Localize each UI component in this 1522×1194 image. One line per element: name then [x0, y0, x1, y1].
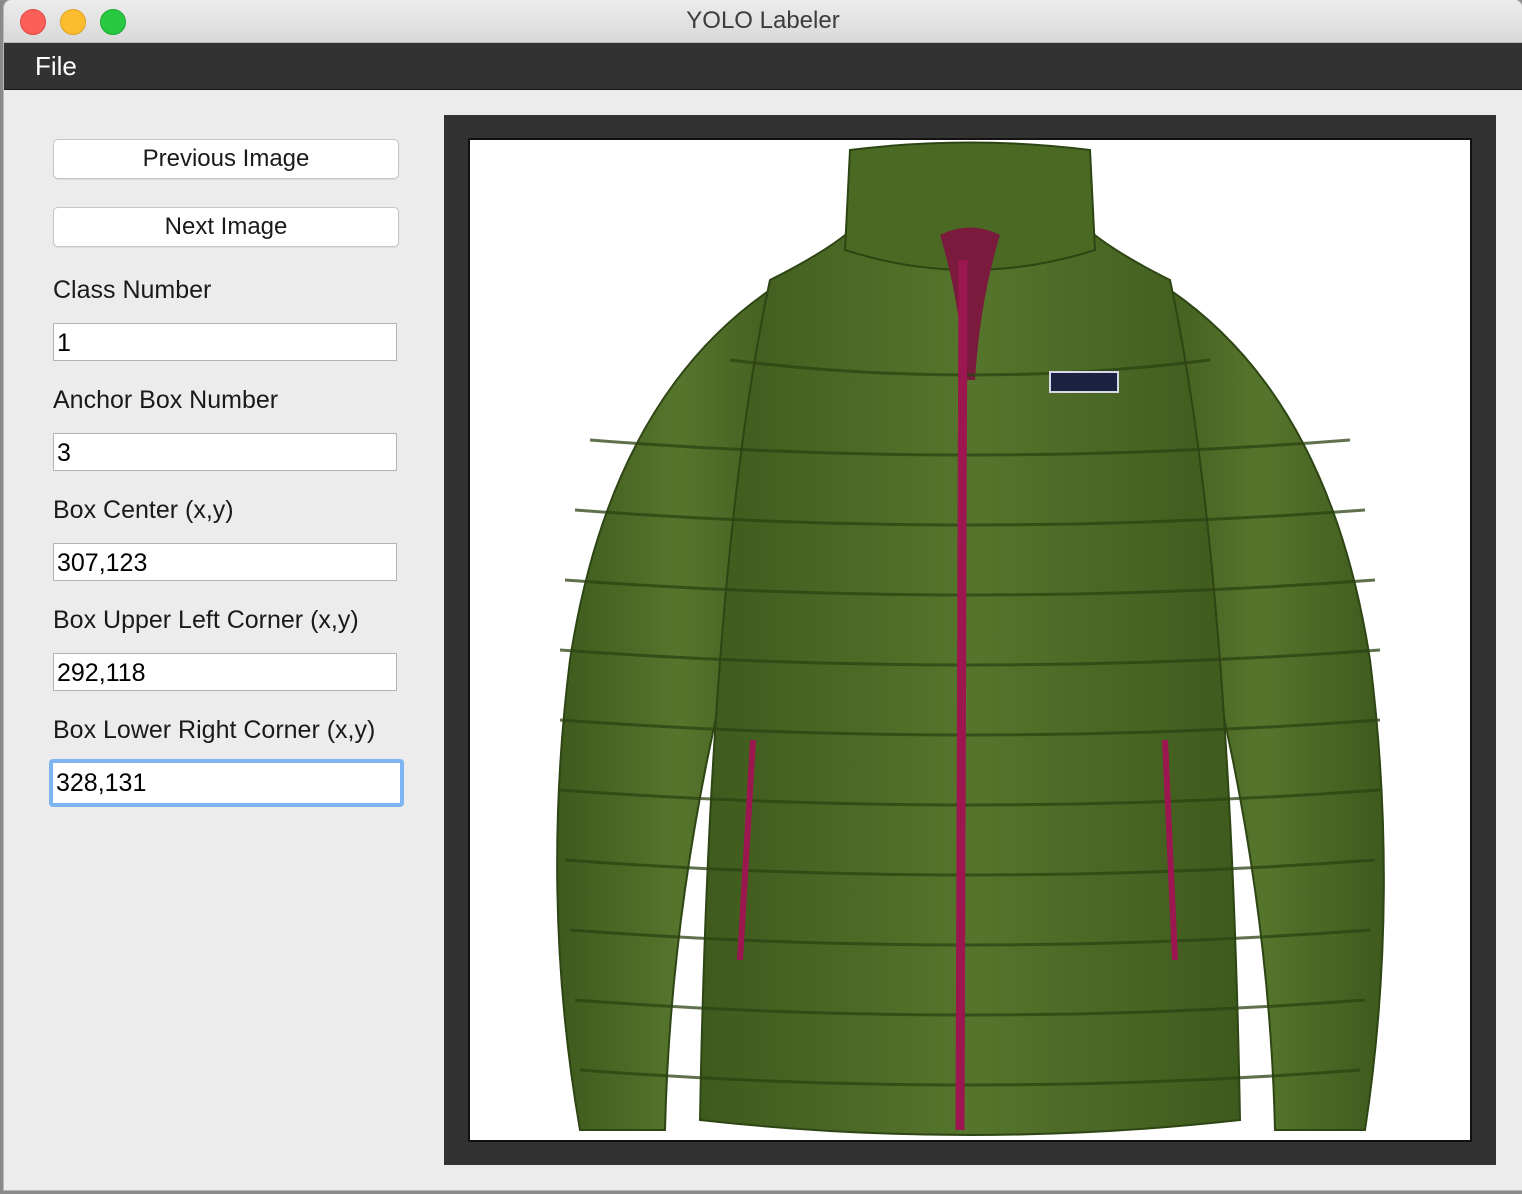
- menu-file[interactable]: File: [35, 51, 77, 82]
- next-image-button[interactable]: Next Image: [53, 207, 399, 247]
- window-title: YOLO Labeler: [686, 7, 840, 34]
- brand-patch-icon: [1049, 371, 1119, 393]
- title-bar[interactable]: YOLO Labeler: [4, 0, 1522, 43]
- class-number-input[interactable]: 1: [53, 323, 397, 361]
- box-center-label: Box Center (x,y): [53, 496, 234, 524]
- anchor-box-number-input[interactable]: 3: [53, 433, 397, 471]
- box-upper-left-label: Box Upper Left Corner (x,y): [53, 606, 359, 634]
- anchor-box-number-label: Anchor Box Number: [53, 386, 279, 414]
- app-window: YOLO Labeler File Previous Image Next Im…: [4, 0, 1522, 1190]
- box-lower-right-label: Box Lower Right Corner (x,y): [53, 716, 376, 744]
- image-panel: [444, 115, 1496, 1165]
- previous-image-button[interactable]: Previous Image: [53, 139, 399, 179]
- menu-bar: File: [4, 43, 1522, 90]
- box-lower-right-input[interactable]: 328,131: [49, 759, 404, 807]
- class-number-label: Class Number: [53, 276, 212, 304]
- box-upper-left-input[interactable]: 292,118: [53, 653, 397, 691]
- box-center-input[interactable]: 307,123: [53, 543, 397, 581]
- labeling-image-canvas[interactable]: [468, 138, 1472, 1142]
- jacket-image: [556, 141, 1385, 1136]
